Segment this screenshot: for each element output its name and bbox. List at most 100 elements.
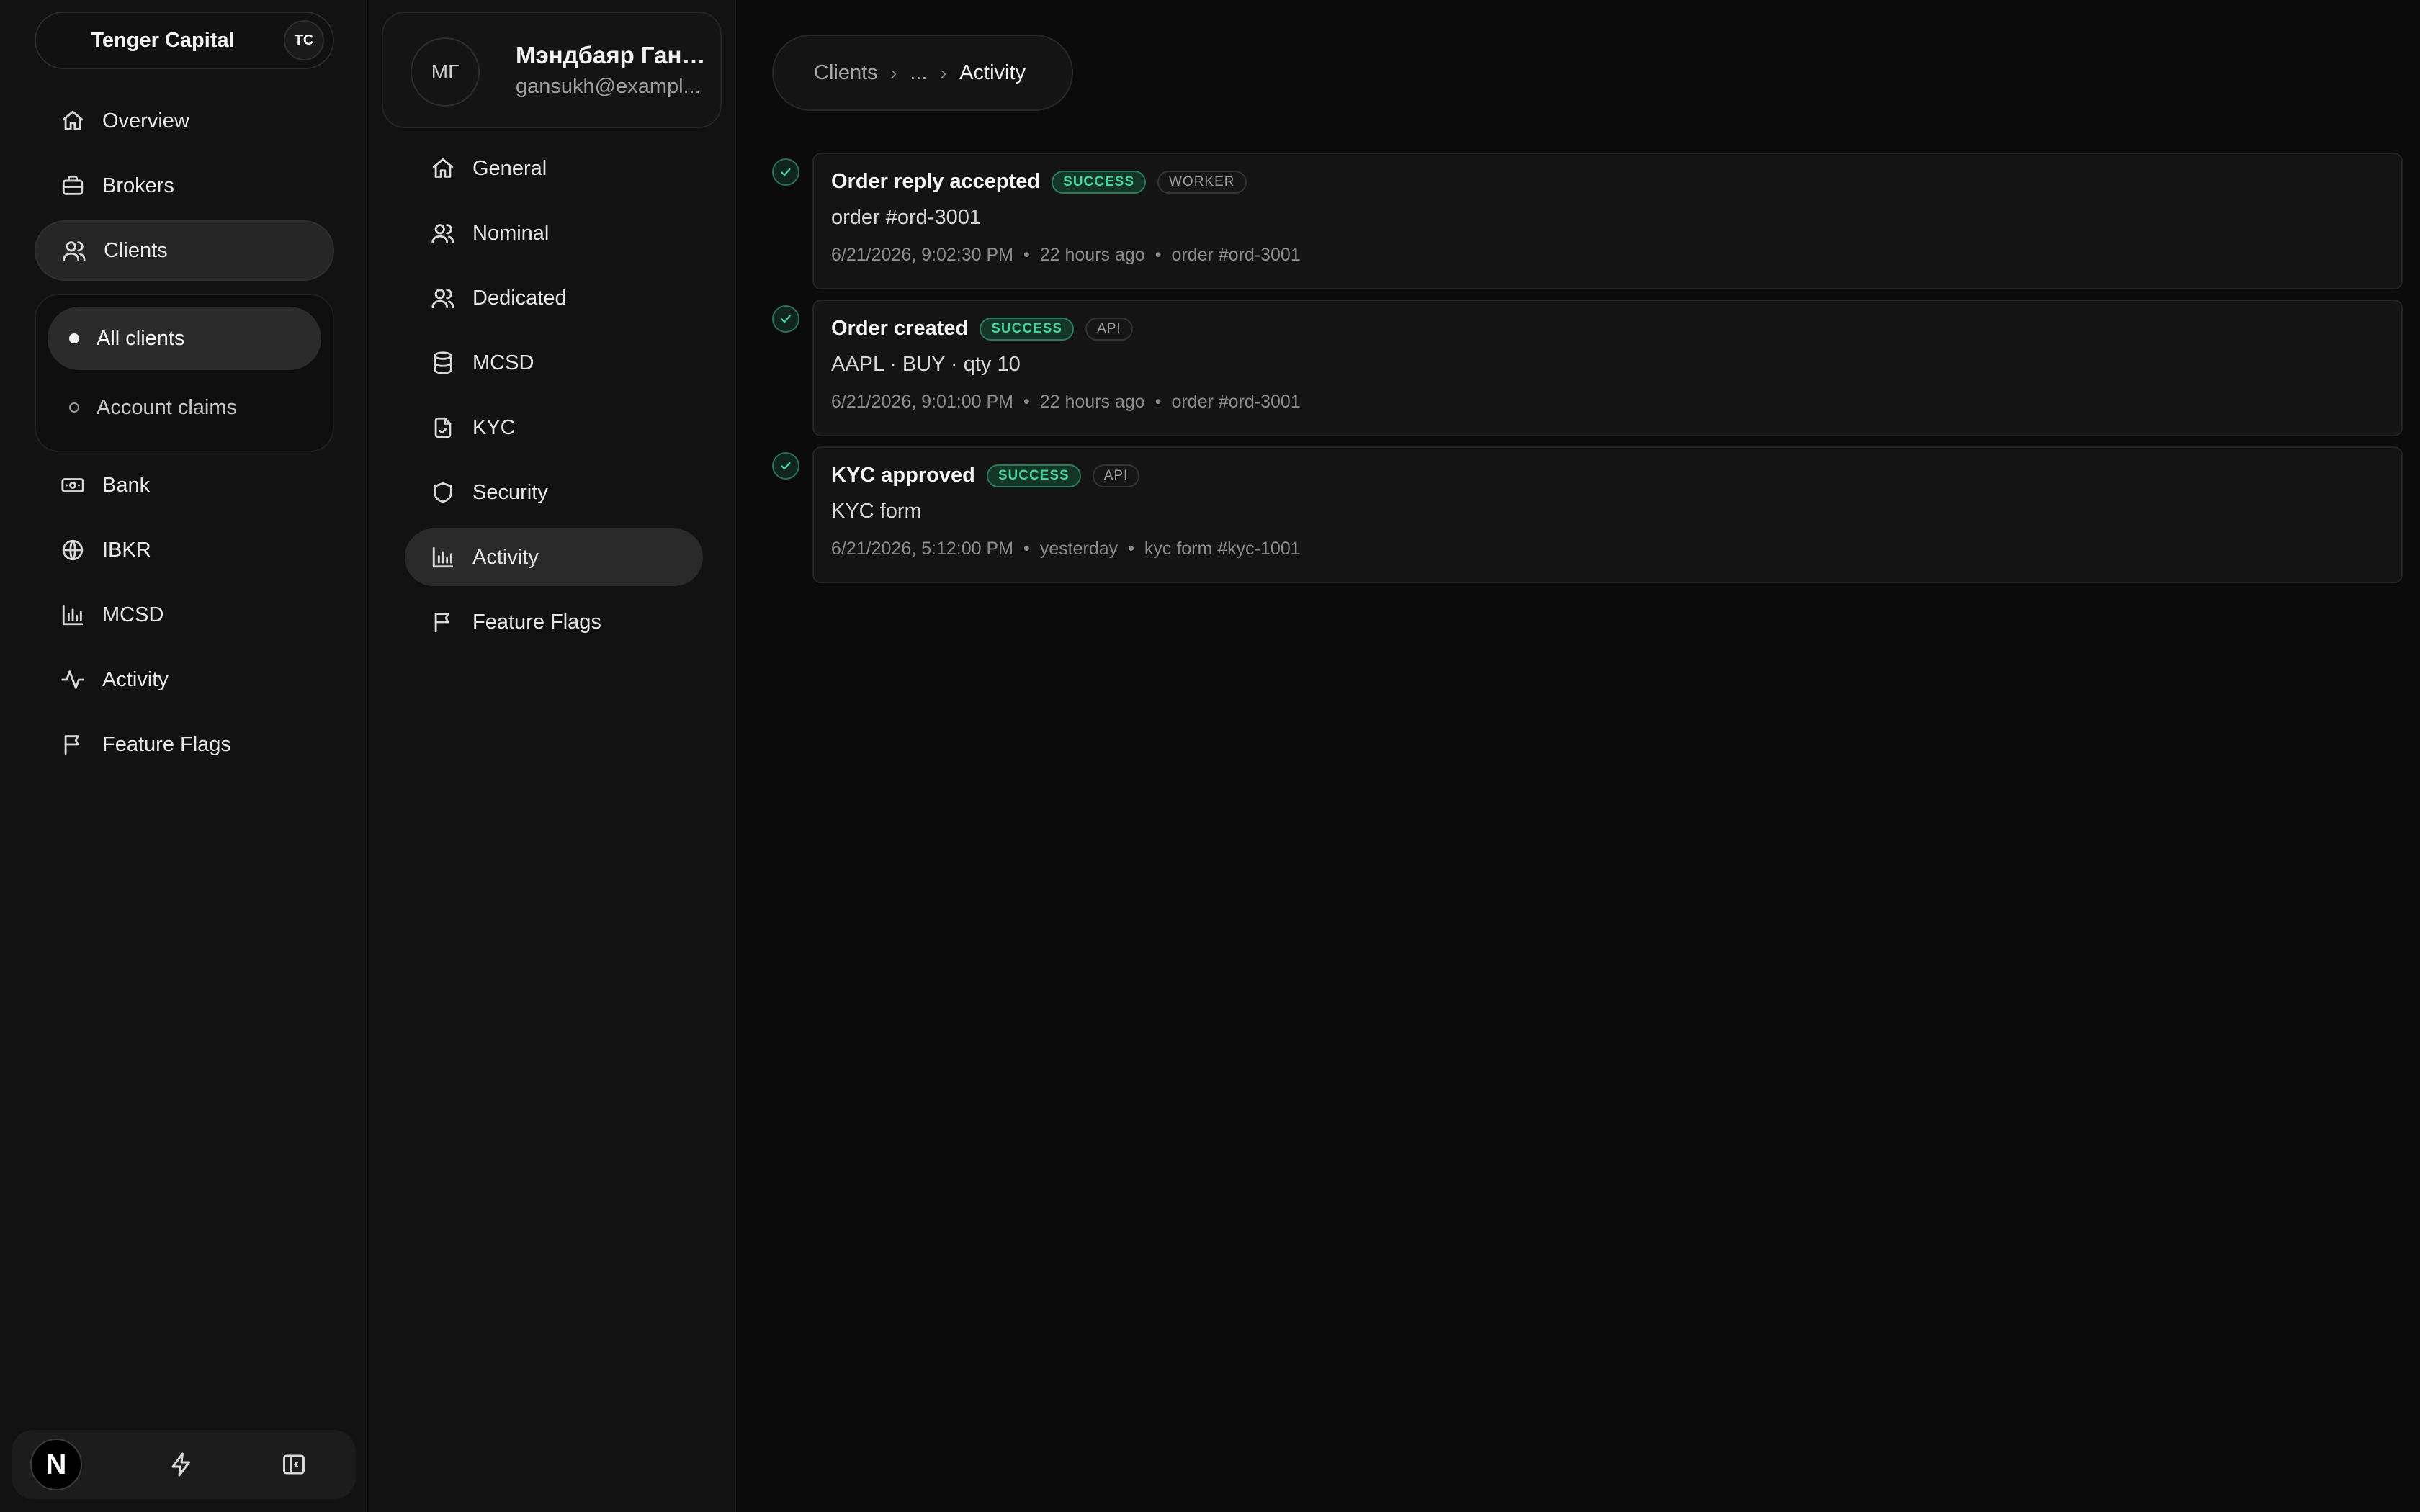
sidebar-item-ibkr[interactable]: IBKR <box>35 520 334 580</box>
sidebar-item-clients[interactable]: Clients <box>35 220 334 281</box>
sidebar-item-label: Clients <box>104 238 168 262</box>
bar-chart-icon <box>431 545 455 570</box>
client-nav-general[interactable]: General <box>405 140 703 197</box>
meta-separator: • <box>1155 245 1162 265</box>
bar-chart-icon <box>60 603 85 627</box>
n-logo[interactable]: N <box>30 1439 82 1490</box>
sidebar-item-label: Brokers <box>102 174 174 197</box>
meta-separator: • <box>1128 539 1134 559</box>
event-timestamp: 6/21/2026, 5:12:00 PM <box>831 539 1013 559</box>
source-badge: API <box>1092 464 1140 487</box>
client-nav-dedicated[interactable]: Dedicated <box>405 269 703 327</box>
users-icon <box>431 221 455 246</box>
check-circle-icon <box>772 305 799 333</box>
sidebar-item-bank[interactable]: Bank <box>35 455 334 516</box>
event-title: Order reply accepted <box>831 170 1041 193</box>
home-icon <box>431 156 455 181</box>
org-switcher[interactable]: Tenger Capital TC <box>35 12 334 69</box>
event-relative-time: 22 hours ago <box>1039 392 1145 412</box>
event-meta: 6/21/2026, 9:02:30 PM • 22 hours ago • order… <box>831 245 1301 266</box>
event-relative-time: yesterday <box>1039 539 1119 559</box>
client-nav-feature-flags[interactable]: Feature Flags <box>405 593 703 651</box>
users-icon <box>431 286 455 310</box>
banknote-icon <box>60 473 85 498</box>
globe-icon <box>60 538 85 562</box>
client-nav-label: Nominal <box>472 221 550 245</box>
meta-separator: • <box>1155 392 1162 412</box>
event-title: KYC approved <box>831 464 975 487</box>
sidebar-item-feature-flags[interactable]: Feature Flags <box>35 714 334 775</box>
event-meta: 6/21/2026, 9:01:00 PM • 22 hours ago • order… <box>831 392 1301 413</box>
flag-icon <box>60 732 85 757</box>
sidebar-toggle-icon[interactable] <box>281 1452 307 1477</box>
sidebar-item-overview[interactable]: Overview <box>35 91 334 151</box>
database-icon <box>431 351 455 375</box>
org-name: Tenger Capital <box>91 29 235 52</box>
client-nav-kyc[interactable]: KYC <box>405 399 703 456</box>
activity-event-card[interactable]: Order reply accepted SUCCESS WORKER orde… <box>812 153 2403 289</box>
client-email: gansukh@exampl... <box>516 75 701 98</box>
event-timestamp: 6/21/2026, 9:01:00 PM <box>831 392 1013 412</box>
status-badge: SUCCESS <box>980 317 1075 341</box>
inactive-dot-icon <box>69 402 79 413</box>
submenu-item-account-claims[interactable]: Account claims <box>48 376 321 439</box>
shield-icon <box>431 480 455 505</box>
event-reference: order #ord-3001 <box>1171 245 1301 265</box>
meta-separator: • <box>1023 392 1030 412</box>
client-nav-label: General <box>472 156 547 180</box>
app-root: Tenger Capital TC Overview Brokers Clien… <box>0 0 2420 1512</box>
client-nav-label: MCSD <box>472 351 534 374</box>
chevron-right-icon: › <box>890 61 897 84</box>
main-content: Clients › ... › Activity Order reply acc… <box>738 0 2420 1512</box>
main-sidebar: Tenger Capital TC Overview Brokers Clien… <box>0 0 367 1512</box>
activity-event-card[interactable]: KYC approved SUCCESS API KYC form 6/21/2… <box>812 446 2403 583</box>
breadcrumb-current: Activity <box>959 60 1026 84</box>
briefcase-icon <box>60 174 85 198</box>
sidebar-item-label: Overview <box>102 109 189 132</box>
client-card[interactable]: МГ Мэндбаяр Ганс... gansukh@exampl... <box>382 12 722 128</box>
org-badge: TC <box>284 20 324 60</box>
event-description: KYC form <box>831 500 922 523</box>
status-badge: SUCCESS <box>1052 170 1146 194</box>
client-nav-label: Dedicated <box>472 286 567 310</box>
client-nav-security[interactable]: Security <box>405 464 703 521</box>
event-relative-time: 22 hours ago <box>1039 245 1145 265</box>
client-nav-label: Feature Flags <box>472 610 601 634</box>
flag-icon <box>431 610 455 634</box>
sidebar-footer: N <box>12 1430 356 1499</box>
sidebar-item-label: MCSD <box>102 603 164 626</box>
submenu-item-all-clients[interactable]: All clients <box>48 307 321 370</box>
breadcrumb-ellipsis[interactable]: ... <box>910 61 927 85</box>
sidebar-item-label: IBKR <box>102 538 151 562</box>
client-name: Мэндбаяр Ганс... <box>516 42 712 68</box>
users-icon <box>62 238 86 263</box>
meta-separator: • <box>1023 245 1030 265</box>
sidebar-item-brokers[interactable]: Brokers <box>35 156 334 216</box>
sidebar-item-mcsd[interactable]: MCSD <box>35 585 334 645</box>
clients-submenu: All clients Account claims <box>35 294 334 452</box>
chevron-right-icon: › <box>940 61 947 84</box>
breadcrumb-clients-link[interactable]: Clients <box>814 61 878 85</box>
sidebar-item-label: Activity <box>102 667 169 691</box>
sidebar-item-activity[interactable]: Activity <box>35 649 334 710</box>
client-nav-mcsd[interactable]: MCSD <box>405 334 703 392</box>
meta-separator: • <box>1023 539 1030 559</box>
activity-event-card[interactable]: Order created SUCCESS API AAPL · BUY · q… <box>812 300 2403 436</box>
client-nav-activity[interactable]: Activity <box>405 528 703 586</box>
event-reference: order #ord-3001 <box>1171 392 1301 412</box>
submenu-item-label: Account claims <box>97 395 238 419</box>
check-circle-icon <box>772 452 799 480</box>
client-nav-label: KYC <box>472 415 516 439</box>
event-description: order #ord-3001 <box>831 206 981 229</box>
client-panel: МГ Мэндбаяр Ганс... gansukh@exampl... Ge… <box>369 0 736 1512</box>
home-icon <box>60 109 85 133</box>
client-nav-nominal[interactable]: Nominal <box>405 204 703 262</box>
client-nav-label: Security <box>472 480 548 504</box>
event-timestamp: 6/21/2026, 9:02:30 PM <box>831 245 1013 265</box>
source-badge: API <box>1085 317 1133 341</box>
source-badge: WORKER <box>1157 170 1247 194</box>
bolt-icon[interactable] <box>169 1452 194 1477</box>
check-circle-icon <box>772 158 799 186</box>
breadcrumb: Clients › ... › Activity <box>772 35 1073 111</box>
file-check-icon <box>431 415 455 440</box>
